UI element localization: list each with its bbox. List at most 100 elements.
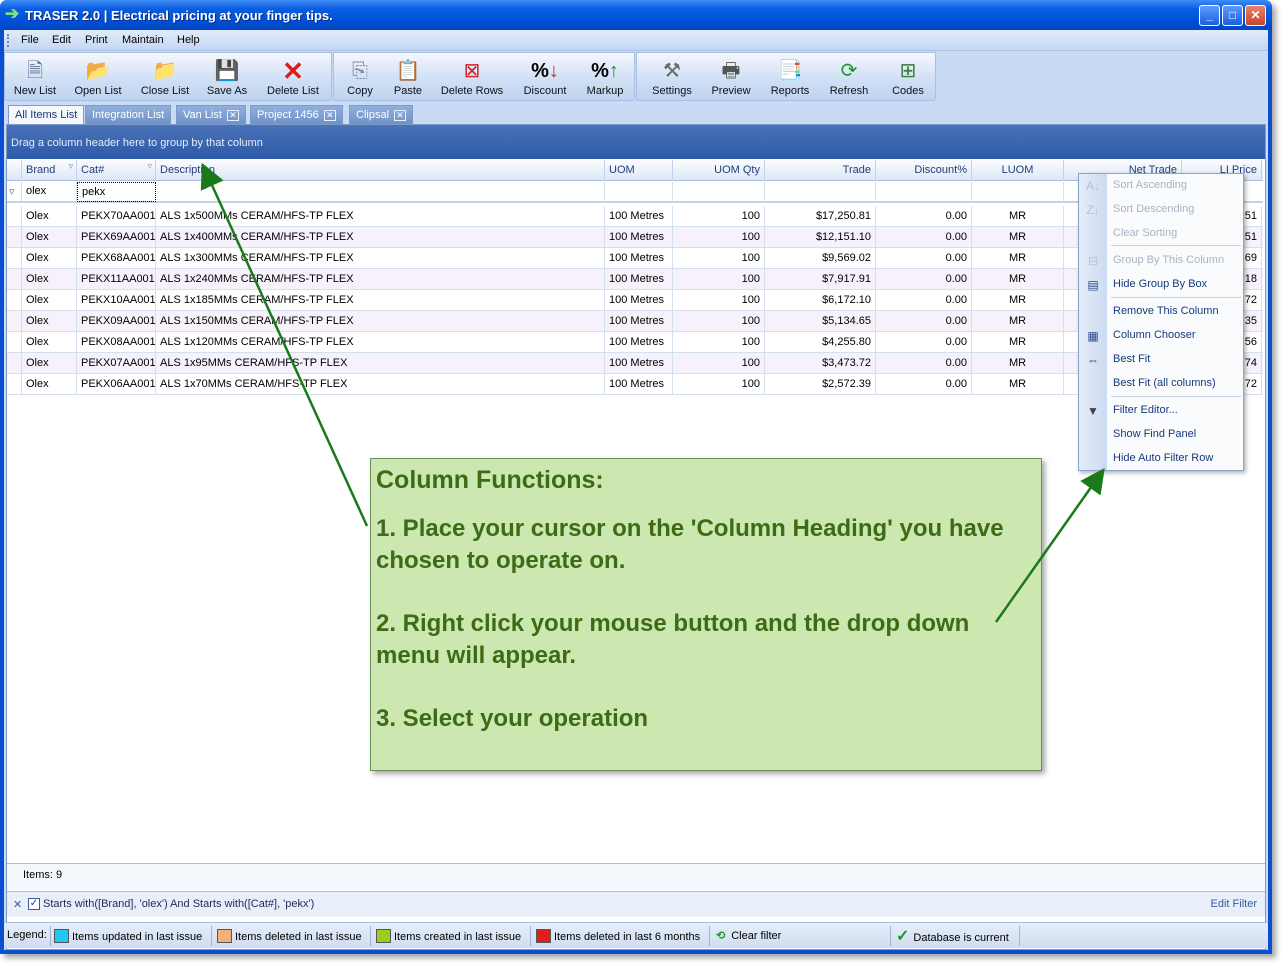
trade-filter-input[interactable] [765,182,876,202]
cell-qty[interactable]: 100 [673,227,765,247]
cell-qty[interactable]: 100 [673,290,765,310]
table-row[interactable]: Olex PEKX10AA001 ALS 1x185MMs CERAM/HFS-TP… [7,290,1263,311]
menu-hide-group-by-box[interactable]: Hide Group By Box [1113,278,1207,290]
cell-luom[interactable]: MR [972,290,1064,310]
cell-trade[interactable]: $5,134.65 [765,311,876,331]
menu-hide-auto-filter-row[interactable]: Hide Auto Filter Row [1113,452,1213,464]
row-indicator[interactable] [7,374,22,394]
cell-luom[interactable]: MR [972,353,1064,373]
cell-uom[interactable]: 100 Metres [605,269,673,289]
cell-uom[interactable]: 100 Metres [605,311,673,331]
uom-filter-input[interactable] [605,182,673,202]
cell-disc[interactable]: 0.00 [876,374,972,394]
cell-trade[interactable]: $2,572.39 [765,374,876,394]
cell-uom[interactable]: 100 Metres [605,290,673,310]
column-header-uom-qty[interactable]: UOM Qty [673,160,765,181]
table-row[interactable]: Olex PEKX68AA001 ALS 1x300MMs CERAM/HFS-TP… [7,248,1263,269]
cell-qty[interactable]: 100 [673,206,765,226]
cell-disc[interactable]: 0.00 [876,311,972,331]
filter-funnel-icon[interactable]: ▿ [68,161,73,172]
settings-button[interactable]: ⚒ Settings [645,53,699,101]
cell-desc[interactable]: ALS 1x240MMs CERAM/HFS-TP FLEX [156,269,605,289]
cell-trade[interactable]: $9,569.02 [765,248,876,268]
cell-qty[interactable]: 100 [673,374,765,394]
table-row[interactable]: Olex PEKX70AA001 ALS 1x500MMs CERAM/HFS-TP… [7,206,1263,227]
tab-all-items-list[interactable]: All Items List [8,105,85,125]
cell-uom[interactable]: 100 Metres [605,353,673,373]
menu-filter-editor[interactable]: Filter Editor... [1113,404,1178,416]
cell-desc[interactable]: ALS 1x70MMs CERAM/HFS-TP FLEX [156,374,605,394]
cell-luom[interactable]: MR [972,374,1064,394]
cell-uom[interactable]: 100 Metres [605,248,673,268]
column-header-description[interactable]: Description [156,160,605,181]
cell-disc[interactable]: 0.00 [876,290,972,310]
cell-trade[interactable]: $17,250.81 [765,206,876,226]
cell-desc[interactable]: ALS 1x120MMs CERAM/HFS-TP FLEX [156,332,605,352]
cell-cat[interactable]: PEKX06AA001 [77,374,156,394]
cell-disc[interactable]: 0.00 [876,248,972,268]
cell-disc[interactable]: 0.00 [876,206,972,226]
tab-van-list[interactable]: Van List ✕ [176,105,246,124]
tab-project-1456[interactable]: Project 1456 ✕ [250,105,343,124]
cell-trade[interactable]: $6,172.10 [765,290,876,310]
cell-brand[interactable]: Olex [22,374,77,394]
cell-luom[interactable]: MR [972,332,1064,352]
minimize-button[interactable]: _ [1199,5,1220,26]
cell-uom[interactable]: 100 Metres [605,374,673,394]
row-indicator[interactable] [7,353,22,373]
cell-brand[interactable]: Olex [22,290,77,310]
cell-uom[interactable]: 100 Metres [605,332,673,352]
title-bar[interactable]: ➔ TRASER 2.0 | Electrical pricing at you… [0,0,1272,30]
row-indicator[interactable] [7,206,22,226]
menu-column-chooser[interactable]: Column Chooser [1113,329,1196,341]
column-header-uom[interactable]: UOM [605,160,673,181]
cell-luom[interactable]: MR [972,206,1064,226]
delete-rows-button[interactable]: ⊠ Delete Rows [437,53,507,101]
luom-filter-input[interactable] [972,182,1064,202]
menu-best-fit[interactable]: Best Fit [1113,353,1150,365]
menu-best-fit-all[interactable]: Best Fit (all columns) [1113,377,1216,389]
cell-qty[interactable]: 100 [673,269,765,289]
cell-brand[interactable]: Olex [22,353,77,373]
menu-sort-ascending[interactable]: Sort Ascending [1113,179,1187,191]
discount-button[interactable]: %↓ Discount [517,53,573,101]
cell-luom[interactable]: MR [972,227,1064,247]
cell-cat[interactable]: PEKX69AA001 [77,227,156,247]
cell-trade[interactable]: $3,473.72 [765,353,876,373]
menu-remove-column[interactable]: Remove This Column [1113,305,1219,317]
cell-cat[interactable]: PEKX70AA001 [77,206,156,226]
menu-clear-sorting[interactable]: Clear Sorting [1113,227,1177,239]
table-row[interactable]: Olex PEKX69AA001 ALS 1x400MMs CERAM/HFS-TP… [7,227,1263,248]
cell-desc[interactable]: ALS 1x95MMs CERAM/HFS-TP FLEX [156,353,605,373]
cell-uom[interactable]: 100 Metres [605,227,673,247]
menu-group-by-column[interactable]: Group By This Column [1113,254,1224,266]
menu-sort-descending[interactable]: Sort Descending [1113,203,1194,215]
cell-desc[interactable]: ALS 1x150MMs CERAM/HFS-TP FLEX [156,311,605,331]
tab-integration-list[interactable]: Integration List [85,105,172,124]
row-indicator[interactable] [7,227,22,247]
cell-cat[interactable]: PEKX08AA001 [77,332,156,352]
cell-brand[interactable]: Olex [22,248,77,268]
copy-button[interactable]: ⎘ Copy [340,53,380,101]
column-header-cat[interactable]: Cat# ▿ [77,160,156,181]
uom-qty-filter-input[interactable] [673,182,765,202]
group-by-area[interactable]: Drag a column header here to group by th… [7,125,1265,159]
menu-print[interactable]: Print [85,34,108,46]
cell-luom[interactable]: MR [972,311,1064,331]
cell-cat[interactable]: PEKX07AA001 [77,353,156,373]
cell-qty[interactable]: 100 [673,311,765,331]
cell-trade[interactable]: $7,917.91 [765,269,876,289]
markup-button[interactable]: %↑ Markup [580,53,630,101]
close-tab-icon[interactable]: ✕ [394,110,407,121]
cell-brand[interactable]: Olex [22,206,77,226]
discount-filter-input[interactable] [876,182,972,202]
cell-desc[interactable]: ALS 1x400MMs CERAM/HFS-TP FLEX [156,227,605,247]
cell-disc[interactable]: 0.00 [876,353,972,373]
delete-list-button[interactable]: ✕ Delete List [263,53,323,101]
table-row[interactable]: Olex PEKX06AA001 ALS 1x70MMs CERAM/HFS-TP … [7,374,1263,395]
row-indicator[interactable] [7,248,22,268]
brand-filter-input[interactable]: olex [22,182,77,202]
cell-disc[interactable]: 0.00 [876,227,972,247]
close-tab-icon[interactable]: ✕ [226,110,239,121]
table-row[interactable]: Olex PEKX09AA001 ALS 1x150MMs CERAM/HFS-TP… [7,311,1263,332]
